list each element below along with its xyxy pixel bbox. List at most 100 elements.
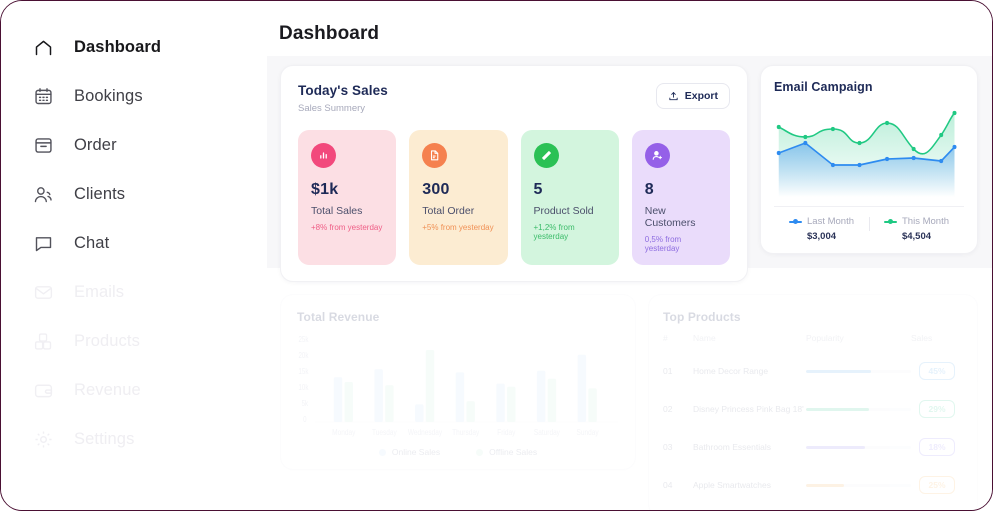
- sidebar-item-label: Order: [74, 136, 117, 154]
- svg-text:Sunday: Sunday: [577, 427, 599, 437]
- table-row[interactable]: 02 Disney Princess Pink Bag 18' 29%: [663, 390, 963, 428]
- product-sales: 45%: [911, 352, 963, 390]
- page-title: Dashboard: [279, 23, 380, 44]
- stat-value: $1k: [311, 181, 339, 198]
- legend-item-this-month: This Month $4,504: [869, 216, 964, 242]
- top-products-title: Top Products: [663, 310, 741, 324]
- email-campaign-legend: Last Month $3,004 This Month $4,504: [774, 216, 964, 242]
- mail-icon: [32, 282, 54, 304]
- legend-value: $3,004: [806, 231, 837, 242]
- stat-delta: +8% from yesterday: [311, 223, 383, 232]
- sidebar-item-products[interactable]: Products: [1, 317, 267, 366]
- column-header-num: #: [663, 333, 668, 343]
- table-row[interactable]: 03 Bathroom Essentials 18%: [663, 428, 963, 466]
- boxes-icon: [32, 331, 54, 353]
- stat-card-new-customers[interactable]: 8 New Customers 0,5% from yesterday: [631, 130, 730, 265]
- top-products-table: # Name Popularity Sales 01 Home Decor Ra…: [663, 333, 963, 504]
- product-name: Disney Princess Pink Bag 18': [693, 404, 804, 414]
- upload-icon: [668, 91, 679, 102]
- sidebar-item-label: Emails: [74, 283, 125, 301]
- product-num: 04: [663, 480, 673, 490]
- stat-label: Total Order: [422, 205, 475, 217]
- legend-value: $4,504: [901, 231, 932, 242]
- sales-card-subtitle: Sales Summery: [298, 103, 366, 114]
- stat-card-total-sales[interactable]: $1k Total Sales +8% from yesterday: [298, 130, 397, 265]
- svg-text:Monday: Monday: [332, 427, 355, 437]
- receipt-icon: [422, 143, 448, 168]
- sidebar-item-bookings[interactable]: Bookings: [1, 72, 267, 121]
- stat-label: New Customers: [644, 205, 696, 229]
- sidebar-item-emails[interactable]: Emails: [1, 268, 267, 317]
- sidebar-item-label: Products: [74, 332, 140, 350]
- export-button-label: Export: [684, 90, 718, 102]
- user-plus-icon: [644, 143, 670, 168]
- product-sales: 18%: [911, 428, 963, 466]
- sidebar-item-label: Chat: [74, 234, 110, 252]
- sidebar-item-label: Clients: [74, 185, 126, 203]
- svg-text:Tuesday: Tuesday: [372, 427, 397, 437]
- total-revenue-card: Total Revenue 25k 20k 15k 10k 5k 0 Monda…: [280, 294, 636, 470]
- stat-value: 300: [422, 181, 450, 198]
- svg-text:5k: 5k: [302, 399, 309, 408]
- calendar-icon: [32, 86, 54, 108]
- stat-value: 5: [533, 181, 543, 198]
- export-button[interactable]: Export: [655, 83, 730, 109]
- sidebar-item-settings[interactable]: Settings: [1, 415, 267, 464]
- legend-label: This Month: [902, 216, 949, 227]
- total-revenue-title: Total Revenue: [297, 310, 380, 324]
- column-header-popularity: Popularity: [806, 333, 844, 343]
- todays-sales-card: Today's Sales Sales Summery Export $1k T…: [280, 65, 748, 282]
- column-header-name: Name: [693, 333, 716, 343]
- sidebar-item-clients[interactable]: Clients: [1, 170, 267, 219]
- sales-badge: 25%: [919, 476, 955, 494]
- table-row[interactable]: 04 Apple Smartwatches 25%: [663, 466, 963, 504]
- email-campaign-card: Email Campaign Last Month $3,004 This Mo…: [760, 65, 978, 254]
- sales-badge: 18%: [919, 438, 955, 456]
- dashboard-top-row: Today's Sales Sales Summery Export $1k T…: [280, 65, 978, 282]
- legend-item-offline-sales: Offline Sales: [476, 447, 537, 457]
- column-header-sales: Sales: [911, 333, 933, 343]
- gear-icon: [32, 429, 54, 451]
- product-sales: 25%: [911, 466, 963, 504]
- legend-marker-icon: [884, 218, 897, 226]
- legend-item-online-sales: Online Sales: [378, 447, 440, 457]
- stat-delta: +1,2% from yesterday: [533, 223, 575, 241]
- stat-card-total-order[interactable]: 300 Total Order +5% from yesterday: [409, 130, 508, 265]
- stat-value: 8: [644, 181, 654, 198]
- svg-text:0: 0: [303, 415, 306, 424]
- stat-card-product-sold[interactable]: 5 Product Sold +1,2% from yesterday: [520, 130, 619, 265]
- product-popularity: [806, 428, 911, 466]
- legend-marker-icon: [789, 218, 802, 226]
- main-content: Dashboard Today's Sales Sales Summery Ex…: [267, 1, 992, 510]
- product-name: Apple Smartwatches: [693, 480, 771, 490]
- sidebar-item-chat[interactable]: Chat: [1, 219, 267, 268]
- product-num: 01: [663, 366, 673, 376]
- chat-icon: [32, 233, 54, 255]
- table-header-row: # Name Popularity Sales: [663, 333, 963, 352]
- sales-badge: 29%: [919, 400, 955, 418]
- total-revenue-legend: Online Sales Offline Sales: [297, 447, 619, 457]
- users-icon: [32, 184, 54, 206]
- sidebar-item-order[interactable]: Order: [1, 121, 267, 170]
- product-popularity: [806, 466, 911, 504]
- divider: [774, 206, 964, 207]
- sidebar-item-label: Revenue: [74, 381, 141, 399]
- table-row[interactable]: 01 Home Decor Range 45%: [663, 352, 963, 390]
- sidebar-item-label: Dashboard: [74, 38, 162, 56]
- sidebar-item-revenue[interactable]: Revenue: [1, 366, 267, 415]
- product-name: Home Decor Range: [693, 366, 769, 376]
- svg-text:Saturday: Saturday: [534, 427, 560, 437]
- svg-text:Friday: Friday: [497, 427, 515, 437]
- sidebar-item-dashboard[interactable]: Dashboard: [1, 23, 267, 72]
- legend-label: Last Month: [807, 216, 854, 227]
- product-popularity: [806, 390, 911, 428]
- legend-label: Offline Sales: [489, 447, 538, 457]
- stat-label: Product Sold: [533, 205, 594, 217]
- email-campaign-title: Email Campaign: [774, 80, 873, 94]
- sales-card-title: Today's Sales: [298, 83, 388, 98]
- product-num: 02: [663, 404, 673, 414]
- product-sales: 29%: [911, 390, 963, 428]
- email-campaign-chart: [774, 105, 964, 197]
- svg-text:Wednesday: Wednesday: [408, 427, 442, 437]
- stat-card-list: $1k Total Sales +8% from yesterday 300 T…: [298, 130, 730, 265]
